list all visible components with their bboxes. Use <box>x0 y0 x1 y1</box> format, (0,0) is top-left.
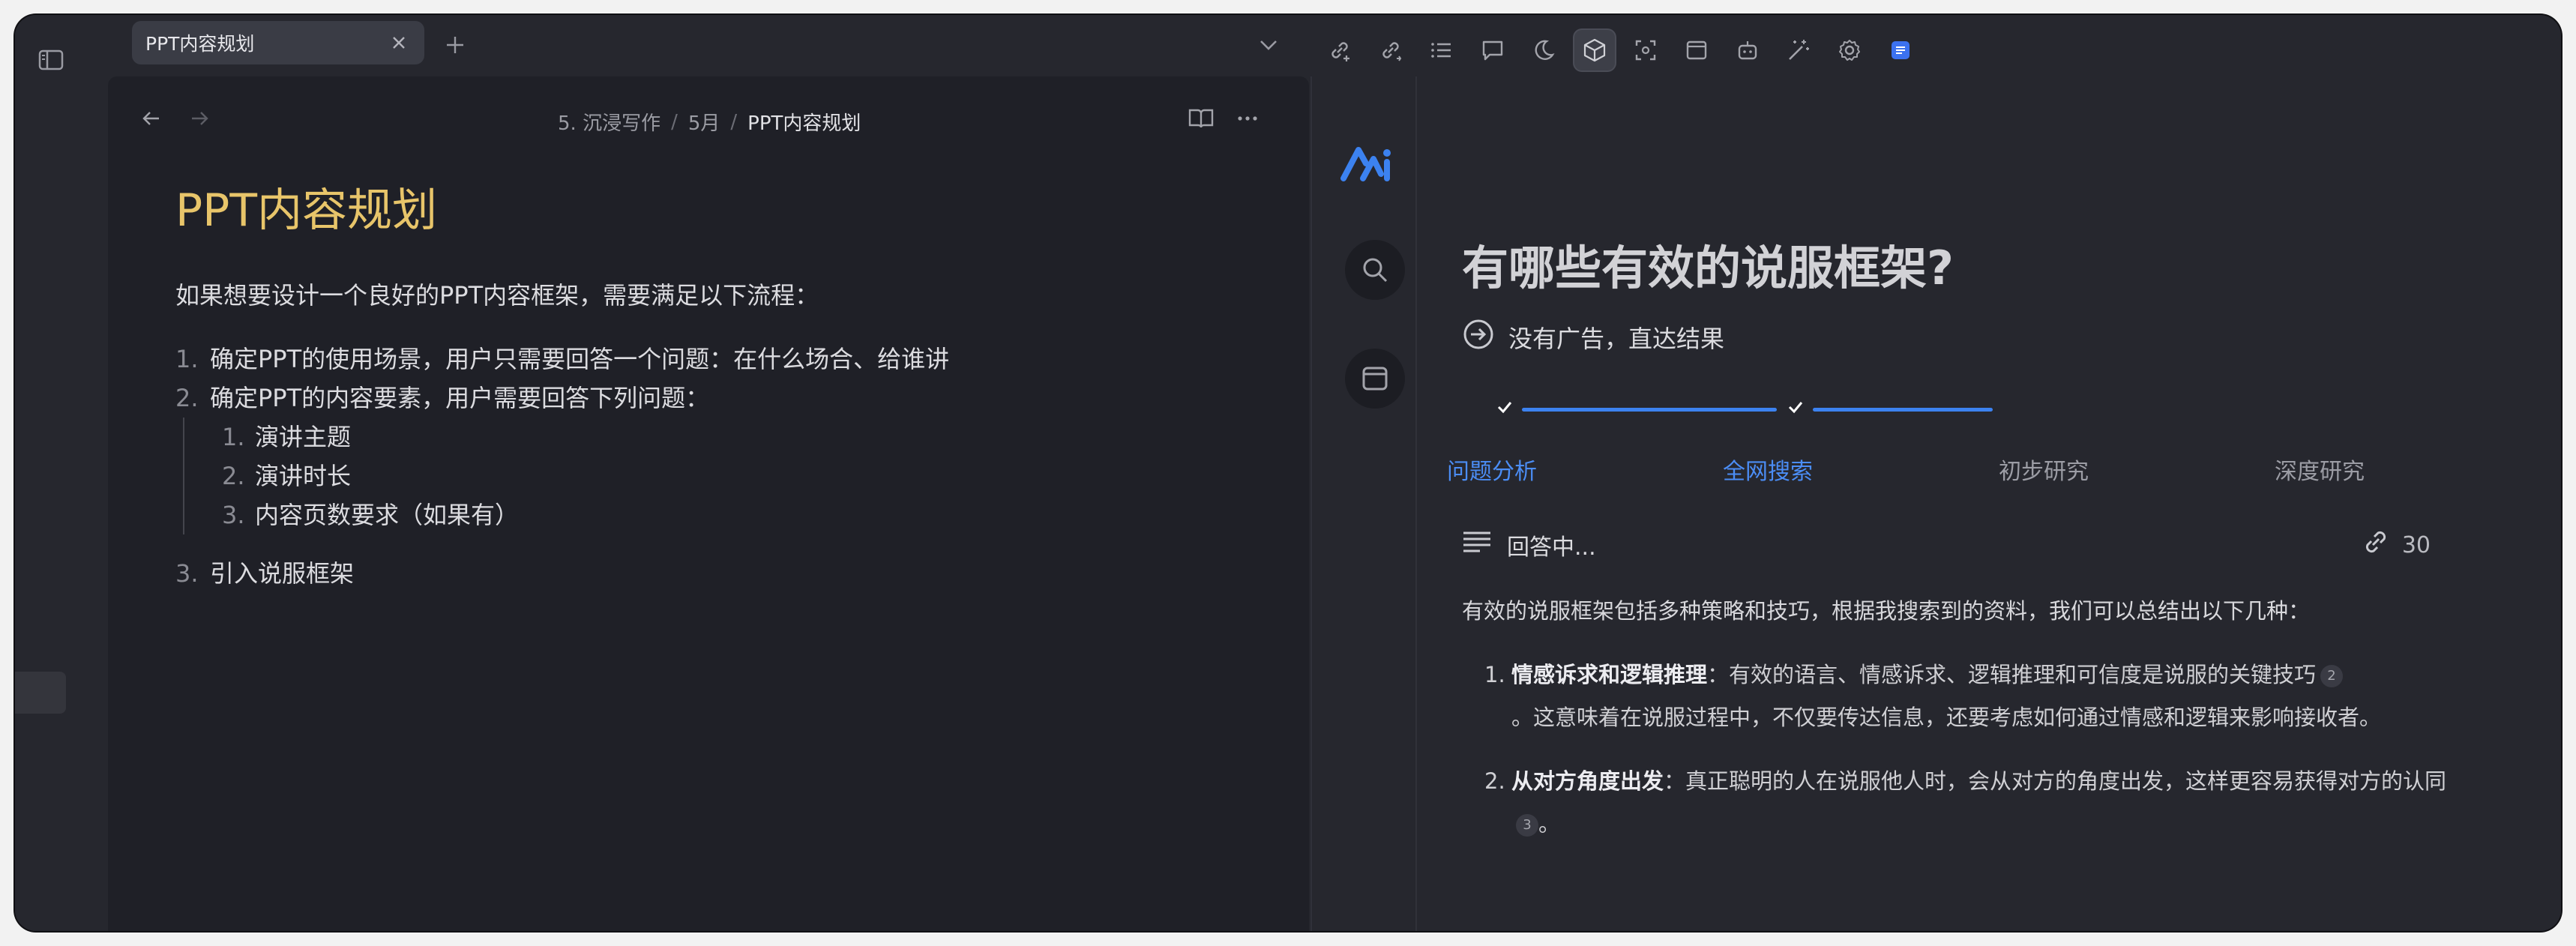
list-item: 1. 演讲主题 <box>222 423 352 451</box>
more-options-icon[interactable] <box>1236 106 1260 133</box>
window-icon[interactable] <box>1345 349 1405 409</box>
new-tab-button[interactable] <box>439 28 472 61</box>
step-progress-bar <box>1813 408 1993 412</box>
answer-header: 回答中... 30 <box>1462 526 2431 564</box>
citation-badge[interactable]: 3 <box>1516 814 1538 837</box>
step-web-search: 全网搜索 <box>1723 459 1813 485</box>
breadcrumb-current[interactable]: PPT内容规划 <box>747 108 861 136</box>
list-item: 3. 引入说服框架 <box>175 559 355 588</box>
link-plus-icon[interactable] <box>1319 30 1360 70</box>
editor-pane: 5. 沉浸写作 / 5月 / PPT内容规划 PPT内容规划 如果想要设计一个良… <box>108 76 1309 931</box>
question-title: 有哪些有效的说服框架? <box>1462 241 1954 295</box>
scan-icon[interactable] <box>1625 30 1666 70</box>
paragraph: 如果想要设计一个良好的PPT内容框架，需要满足以下流程： <box>175 281 819 310</box>
list-item: 3. 内容页数要求（如果有） <box>222 501 520 529</box>
align-left-icon <box>1462 529 1492 561</box>
step-deep-research: 深度研究 <box>2275 459 2365 485</box>
answer-list: 1. 情感诉求和逻辑推理：有效的语言、情感诉求、逻辑推理和可信度是说服的关键技巧… <box>1484 654 2459 867</box>
ai-answer-panel: 有哪些有效的说服框架? 没有广告，直达结果 问题分析 全网搜索 初步研究 深度研… <box>1417 76 2561 931</box>
ai-sidebar <box>1316 76 1417 931</box>
bot-icon[interactable] <box>1727 30 1768 70</box>
sidebar-resize-handle[interactable] <box>15 672 66 714</box>
note-app-icon[interactable] <box>1880 30 1921 70</box>
list-icon[interactable] <box>1421 30 1462 70</box>
answer-status: 回答中... <box>1507 534 1596 561</box>
citation-badge[interactable]: 2 <box>2320 665 2344 687</box>
gear-icon[interactable] <box>1829 30 1870 70</box>
book-open-icon[interactable] <box>1188 106 1215 133</box>
app-window: PPT内容规划 5. 沉浸写作 / 5月 / PPT内容规划 PPT内容规划 如… <box>15 15 2561 931</box>
source-count[interactable]: 30 <box>2402 532 2431 558</box>
left-rail <box>15 15 105 931</box>
item-heading: 从对方角度出发 <box>1511 768 1664 794</box>
tab-title: PPT内容规划 <box>145 33 255 55</box>
step-progress-bar <box>1522 408 1777 412</box>
link-icon[interactable] <box>2360 526 2392 564</box>
list-item: 2. 演讲时长 <box>222 462 352 490</box>
arrow-circle-icon <box>1462 318 1495 357</box>
search-icon[interactable] <box>1345 240 1405 300</box>
comment-icon[interactable] <box>1472 30 1513 70</box>
magic-wand-icon[interactable] <box>1778 30 1819 70</box>
ordered-list: 1. 确定PPT的使用场景，用户只需要回答一个问题：在什么场合、给谁讲 2. 确定P… <box>175 340 1225 593</box>
breadcrumb-subfolder[interactable]: 5月 <box>688 108 720 136</box>
sidebar-toggle-icon[interactable] <box>36 45 66 75</box>
breadcrumb-folder[interactable]: 5. 沉浸写作 <box>558 108 660 136</box>
subtitle-line: 没有广告，直达结果 <box>1462 318 1724 357</box>
moon-icon[interactable] <box>1523 30 1564 70</box>
browser-icon[interactable] <box>1676 30 1717 70</box>
breadcrumb: 5. 沉浸写作 / 5月 / PPT内容规划 <box>558 108 933 136</box>
check-icon <box>1784 396 1807 418</box>
pane-divider[interactable] <box>1310 76 1312 931</box>
list-item: 2. 确定PPT的内容要素，用户需要回答下列问题： <box>175 384 710 412</box>
document-title: PPT内容规划 <box>175 184 438 237</box>
ai-logo[interactable] <box>1340 144 1394 186</box>
close-icon[interactable] <box>385 29 412 56</box>
subtitle-text: 没有广告，直达结果 <box>1508 325 1725 353</box>
link-add-icon[interactable] <box>1370 30 1411 70</box>
arrow-right-icon[interactable] <box>187 106 211 133</box>
item-heading: 情感诉求和逻辑推理 <box>1511 662 1708 687</box>
step-initial-research: 初步研究 <box>1999 459 2089 485</box>
list-item: 1. 确定PPT的使用场景，用户只需要回答一个问题：在什么场合、给谁讲 <box>175 345 950 373</box>
nested-list: 1. 演讲主题 2. 演讲时长 3. 内容页数要求（如果有） <box>183 418 1225 534</box>
progress-steps: 问题分析 全网搜索 初步研究 深度研究 <box>1447 369 2422 485</box>
document-content[interactable]: PPT内容规划 如果想要设计一个良好的PPT内容框架，需要满足以下流程： 1. 确… <box>175 174 1225 593</box>
step-question-analysis: 问题分析 <box>1447 459 1537 485</box>
answer-intro: 有效的说服框架包括多种策略和技巧，根据我搜索到的资料，我们可以总结出以下几种： <box>1462 598 2311 624</box>
chevron-down-icon[interactable] <box>1252 28 1285 61</box>
list-item: 1. 情感诉求和逻辑推理：有效的语言、情感诉求、逻辑推理和可信度是说服的关键技巧… <box>1484 662 2382 730</box>
cube-icon[interactable] <box>1574 30 1615 70</box>
check-icon <box>1493 396 1516 418</box>
arrow-left-icon[interactable] <box>139 106 163 133</box>
list-item: 2. 从对方角度出发：真正聪明的人在说服他人时，会从对方的角度出发，这样更容易获… <box>1484 768 2447 837</box>
tab-ppt-planning[interactable]: PPT内容规划 <box>132 21 424 64</box>
